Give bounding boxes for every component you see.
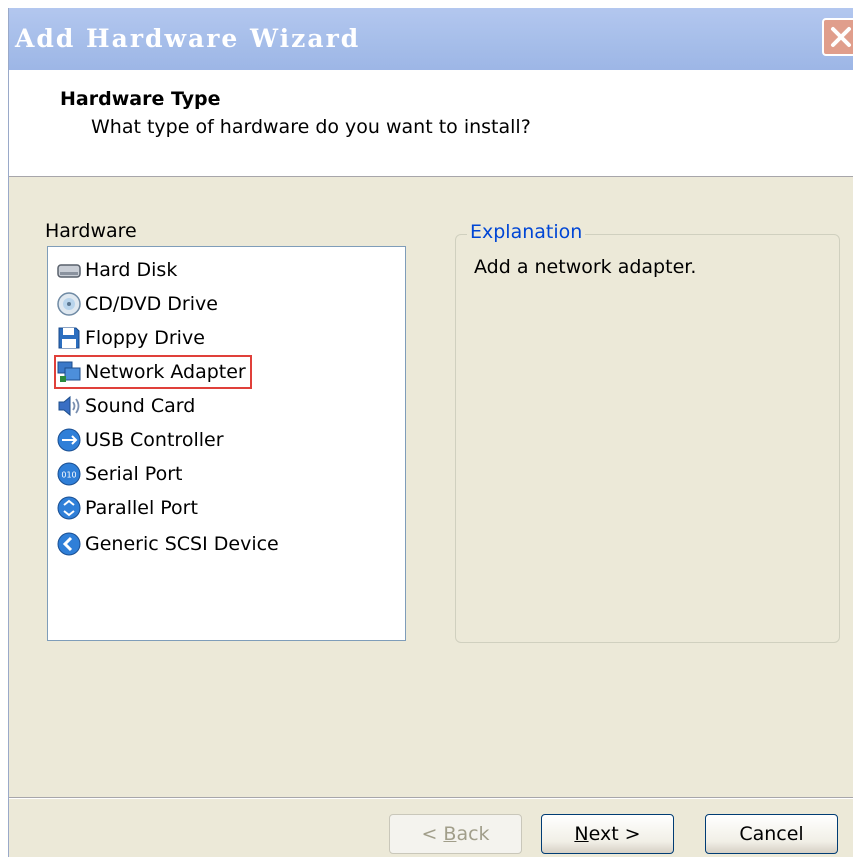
parallel-port-icon <box>57 496 81 520</box>
svg-text:010: 010 <box>61 471 76 480</box>
network-adapter-icon <box>57 361 81 382</box>
wizard-header: Hardware Type What type of hardware do y… <box>9 70 853 177</box>
cd-dvd-icon <box>57 292 81 316</box>
hard-disk-icon <box>57 264 81 278</box>
list-item-usb-controller[interactable]: USB Controller <box>56 425 224 455</box>
next-button[interactable]: Next > <box>541 814 674 854</box>
close-button[interactable] <box>822 18 853 56</box>
close-icon <box>831 27 851 47</box>
window-title: Add Hardware Wizard <box>15 24 361 53</box>
hardware-label: Hardware <box>45 220 137 242</box>
title-bar[interactable]: Add Hardware Wizard <box>9 8 853 70</box>
list-item-parallel-port[interactable]: Parallel Port <box>56 493 198 523</box>
explanation-group <box>455 234 840 643</box>
list-item-sound-card[interactable]: Sound Card <box>56 391 195 421</box>
list-item-network-adapter[interactable]: Network Adapter <box>54 355 252 389</box>
list-item-floppy-drive[interactable]: Floppy Drive <box>56 323 205 353</box>
page-subtitle: What type of hardware do you want to ins… <box>91 116 531 138</box>
hardware-list[interactable]: Hard Disk CD/DVD Drive Floppy Drive Netw… <box>47 246 406 641</box>
cancel-button[interactable]: Cancel <box>705 814 838 854</box>
explanation-text: Add a network adapter. <box>474 256 697 278</box>
list-item-cd-dvd-drive[interactable]: CD/DVD Drive <box>56 289 218 319</box>
explanation-legend: Explanation <box>467 221 586 243</box>
list-item-hard-disk[interactable]: Hard Disk <box>56 255 177 285</box>
list-item-generic-scsi-device[interactable]: Generic SCSI Device <box>56 529 279 559</box>
sound-card-icon <box>58 395 80 417</box>
list-item-serial-port[interactable]: 010 Serial Port <box>56 459 182 489</box>
scsi-icon <box>57 532 81 556</box>
back-button[interactable]: < Back <box>389 814 522 854</box>
page-title: Hardware Type <box>60 88 221 110</box>
usb-icon <box>57 428 81 452</box>
serial-port-icon: 010 <box>57 462 81 486</box>
floppy-icon <box>58 327 80 349</box>
add-hardware-wizard-window: Add Hardware Wizard Hardware Type What t… <box>8 8 853 857</box>
footer-divider <box>9 797 853 799</box>
